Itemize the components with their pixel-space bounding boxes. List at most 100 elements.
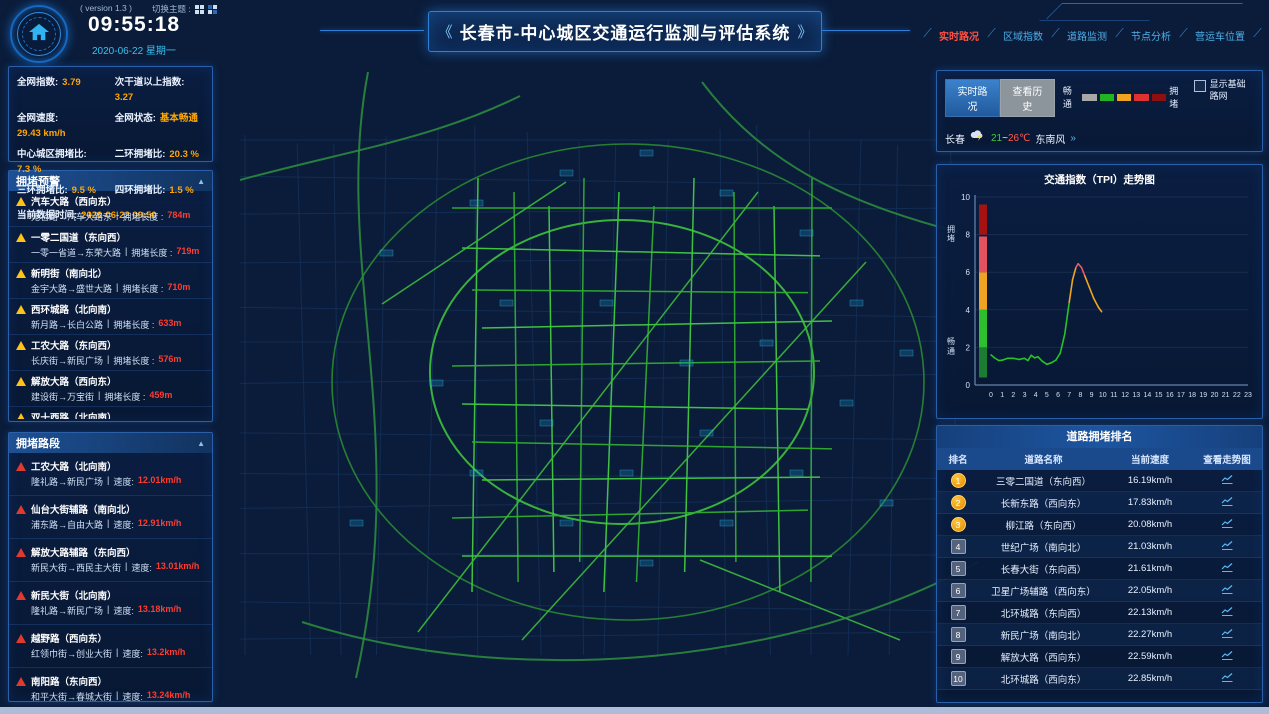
legend-swatch — [1082, 94, 1096, 101]
rank-cell: 6 — [937, 580, 979, 602]
list-item[interactable]: 南阳路（东向西）和平大街→春城大街|速度:13.24km/h — [9, 668, 212, 702]
nav-item-road-monitor[interactable]: 道路监测 — [1052, 28, 1116, 43]
temp-high: 26℃ — [1008, 133, 1030, 144]
rank-badge: 6 — [951, 583, 966, 598]
bottom-scroll-strip — [0, 707, 1269, 714]
road-segment: 长庆街→新民广场 — [31, 354, 103, 367]
nav-item-vehicle-location[interactable]: 营运车位置 — [1180, 28, 1254, 43]
svg-text:10: 10 — [961, 193, 970, 202]
road-name: 南阳路（东向西） — [31, 674, 107, 688]
clock: 09:55:18 — [88, 13, 180, 37]
stat-label: 中心城区拥堵比: — [17, 146, 87, 160]
svg-text:2: 2 — [1011, 392, 1015, 399]
nav-item-node-analysis[interactable]: 节点分析 — [1116, 28, 1180, 43]
theme-swatch-dark[interactable] — [208, 5, 217, 14]
metric-value: 784m — [167, 210, 190, 223]
svg-text:23: 23 — [1244, 392, 1252, 399]
svg-text:7: 7 — [1067, 392, 1071, 399]
congested-list: 工农大路（北向南）隆礼路→新民广场|速度:12.01km/h仙台大街辅路（南向北… — [9, 453, 212, 702]
column-header: 排名 — [937, 448, 979, 470]
roadview-control-panel: 实时路况查看历史 畅通拥堵 显示基础路网 长春 21~26℃ 东南风 » — [936, 70, 1263, 152]
road-segment: 浦东路→自由大路 — [31, 518, 103, 531]
collapse-icon[interactable]: ▲ — [197, 439, 205, 448]
rank-cell: 4 — [937, 536, 979, 558]
speed-cell: 22.05km/h — [1108, 580, 1192, 602]
ranking-title: 道路拥堵排名 — [937, 426, 1262, 448]
panel-title: 拥堵预警 — [16, 173, 60, 189]
rank-badge: 4 — [951, 539, 966, 554]
list-item[interactable]: 西环城路（北向南）新月路→长白公路|拥堵长度 :633m — [9, 299, 212, 335]
rank-cell: 8 — [937, 624, 979, 646]
svg-text:20: 20 — [1211, 392, 1219, 399]
road-segment: 新月路→长白公路 — [31, 318, 103, 331]
speed-cell: 21.61km/h — [1108, 558, 1192, 580]
trend-chart-icon[interactable] — [1221, 672, 1234, 686]
road-cell: 世纪广场（南向北） — [979, 536, 1108, 558]
column-header: 当前速度 — [1108, 448, 1192, 470]
svg-text:6: 6 — [1056, 392, 1060, 399]
tab-history[interactable]: 查看历史 — [1000, 79, 1055, 117]
list-item[interactable]: 新明街（南向北）金宇大路→盛世大路|拥堵长度 :710m — [9, 263, 212, 299]
collapse-icon[interactable]: ▲ — [197, 177, 205, 186]
trend-chart-icon[interactable] — [1221, 606, 1234, 620]
header-deco-line — [822, 30, 910, 31]
trend-chart-icon[interactable] — [1221, 562, 1234, 576]
column-header: 查看走势图 — [1192, 448, 1262, 470]
tab-realtime[interactable]: 实时路况 — [945, 79, 1000, 117]
alert-triangle-icon — [16, 505, 26, 514]
metric-label: 拥堵长度 : — [131, 246, 172, 259]
stat-label: 全网速度: — [17, 110, 58, 124]
svg-text:0: 0 — [989, 392, 993, 399]
list-item[interactable]: 越野路（西向东）红领巾街→创业大街|速度:13.2km/h — [9, 625, 212, 668]
list-item[interactable]: 新民大街（北向南）隆礼路→新民广场|速度:13.18km/h — [9, 582, 212, 625]
trend-chart-icon[interactable] — [1221, 496, 1234, 510]
svg-text:0: 0 — [966, 381, 971, 390]
nav-item-region-index[interactable]: 区域指数 — [988, 28, 1052, 43]
column-header: 道路名称 — [979, 448, 1108, 470]
basemap-checkbox[interactable] — [1194, 80, 1206, 92]
nav-item-data-query[interactable]: 数据查询 — [1254, 28, 1269, 43]
weather-more-arrow[interactable]: » — [1070, 133, 1076, 144]
stat-center-jam: 中心城区拥堵比:7.3 % — [17, 146, 111, 175]
weather-icon — [970, 130, 986, 146]
table-row: 7北环城路（东向西）22.13km/h — [937, 602, 1262, 624]
list-item[interactable]: 工农大路（北向南）隆礼路→新民广场|速度:12.01km/h — [9, 453, 212, 496]
basemap-toggle[interactable]: 显示基础路网 — [1194, 79, 1254, 102]
stat-network-index: 全网指数:3.79 — [17, 74, 111, 103]
app-title-banner: 《 长春市-中心城区交通运行监测与评估系统 》 — [428, 11, 822, 52]
metric-value: 13.2km/h — [147, 647, 186, 660]
rank-cell: 10 — [937, 668, 979, 690]
stat-value: 29.43 km/h — [17, 128, 66, 139]
list-item[interactable]: 仙台大街辅路（南向北）浦东路→自由大路|速度:12.91km/h — [9, 496, 212, 539]
list-item[interactable]: 解放大路（西向东）建设街→万宝街|拥堵长度 :459m — [9, 371, 212, 407]
speed-cell: 21.03km/h — [1108, 536, 1192, 558]
list-item[interactable]: 一零二国道（东向西）一零一省道→东荣大路|拥堵长度 :719m — [9, 227, 212, 263]
home-logo[interactable] — [10, 5, 68, 63]
congestion-warning-panel: 拥堵预警 ▲ 汽车大路（西向东）无名路→汽车大路东|拥堵长度 :784m一零二国… — [8, 170, 213, 422]
list-item[interactable]: 双十西路（北向南）富民大街→站前街|拥堵长度 :459m — [9, 407, 212, 419]
trend-chart-icon[interactable] — [1221, 540, 1234, 554]
list-item[interactable]: 解放大路辅路（东向西）新民大街→西民主大街|速度:13.01km/h — [9, 539, 212, 582]
trend-chart-icon[interactable] — [1221, 650, 1234, 664]
rank-badge: 10 — [951, 671, 966, 686]
warning-triangle-icon — [16, 377, 26, 386]
list-item[interactable]: 工农大路（东向西）长庆街→新民广场|拥堵长度 :576m — [9, 335, 212, 371]
road-segment: 红领巾街→创业大街 — [31, 647, 112, 660]
metric-value: 633m — [158, 318, 181, 331]
speed-cell: 17.83km/h — [1108, 492, 1192, 514]
trend-chart-icon[interactable] — [1221, 584, 1234, 598]
svg-text:4: 4 — [1034, 392, 1038, 399]
trend-chart-icon[interactable] — [1221, 474, 1234, 488]
nav-item-realtime[interactable]: 实时路况 — [924, 28, 988, 43]
theme-swatch-light[interactable] — [195, 5, 204, 14]
metric-label: 速度: — [113, 475, 134, 488]
trend-chart-icon[interactable] — [1221, 518, 1234, 532]
stat-ring4-jam: 四环拥堵比:1.5 % — [115, 182, 204, 196]
table-row: 2长新东路（西向东）17.83km/h — [937, 492, 1262, 514]
rank-badge: 8 — [951, 627, 966, 642]
metric-label: 速度: — [113, 518, 134, 531]
table-row: 6卫星广场辅路（西向东）22.05km/h — [937, 580, 1262, 602]
svg-text:18: 18 — [1188, 392, 1196, 399]
trend-chart-icon[interactable] — [1221, 628, 1234, 642]
warning-triangle-icon — [16, 233, 26, 242]
